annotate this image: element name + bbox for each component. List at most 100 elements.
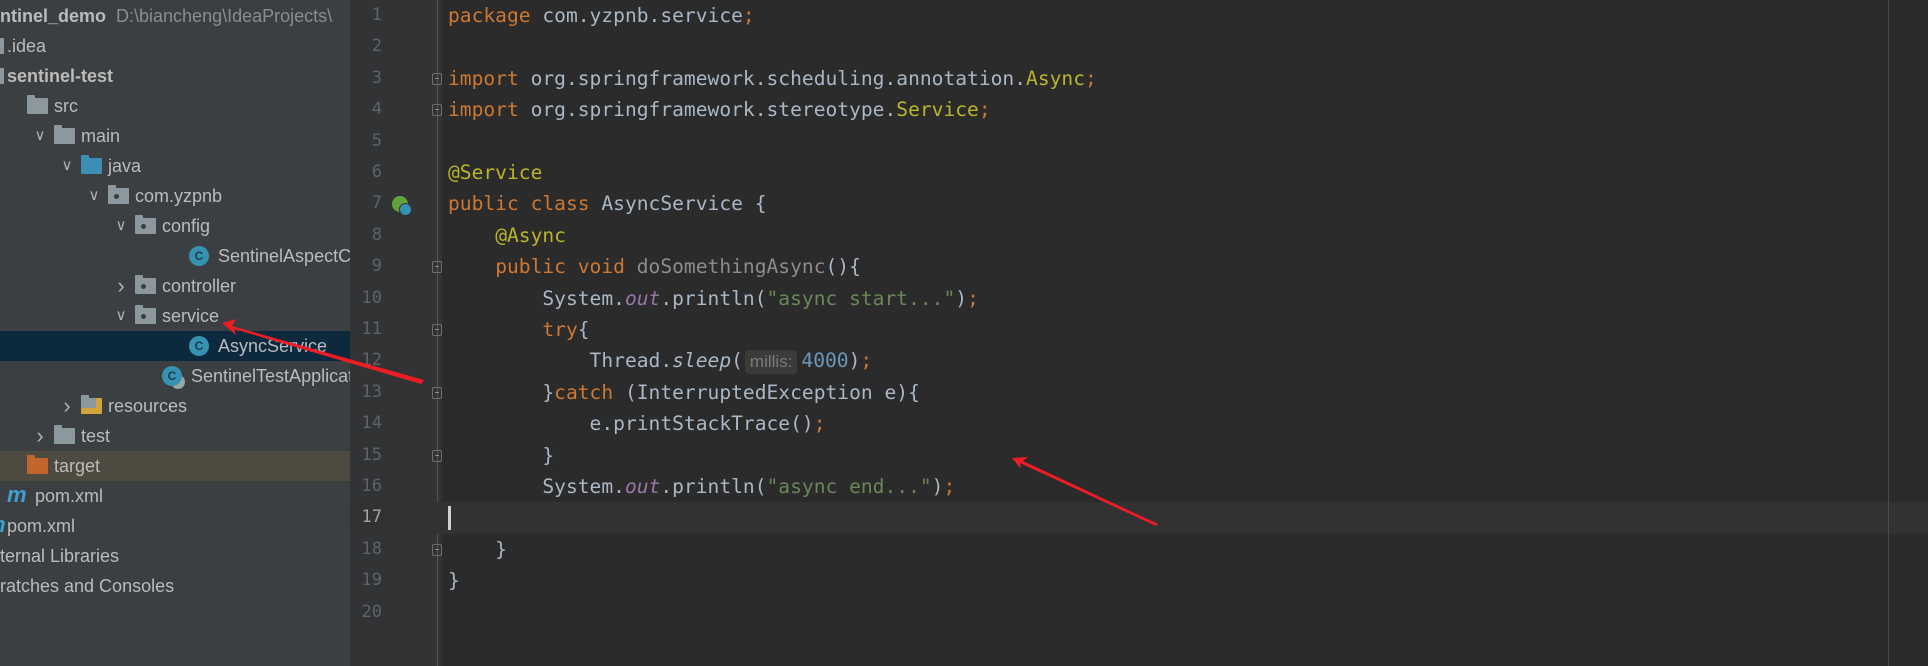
maven-icon: m [7, 482, 27, 507]
code-line[interactable]: } [448, 440, 554, 471]
code-token: .println( [660, 475, 767, 498]
code-token: AsyncService { [601, 192, 767, 216]
tree-item[interactable]: › controller [0, 271, 350, 301]
tree-item-label: com.yzpnb [135, 186, 223, 206]
fold-marker-icon[interactable] [432, 104, 442, 117]
current-line-highlight [350, 502, 1928, 534]
tree-item[interactable]: C AsyncService [0, 331, 350, 361]
code-line[interactable]: } [448, 534, 507, 565]
spring-boot-class-icon: C [162, 366, 182, 386]
tree-item[interactable]: ∨ java [0, 151, 350, 181]
code-line[interactable]: @Service [448, 157, 542, 188]
tree-item[interactable]: C SentinelTestApplication [0, 361, 350, 391]
tree-item[interactable]: ∨ config [0, 211, 350, 241]
code-token: 4000 [801, 349, 849, 373]
project-path: D:\biancheng\IdeaProjects\ [116, 6, 333, 26]
fold-marker-icon[interactable] [432, 543, 442, 556]
line-number: 7 [371, 193, 382, 214]
chevron-down-icon[interactable]: ∨ [59, 151, 75, 181]
code-line[interactable]: import org.springframework.stereotype.Se… [448, 94, 991, 125]
tree-item[interactable]: .idea [0, 31, 350, 61]
code-line[interactable]: package com.yzpnb.service; [448, 0, 755, 31]
tree-item[interactable]: ∨ com.yzpnb [0, 181, 350, 211]
code-token: ; [860, 349, 873, 373]
code-token: Service [896, 98, 979, 122]
code-token: public class [448, 192, 602, 216]
tree-item[interactable]: ∨ service [0, 301, 350, 331]
tree-item-label: config [162, 216, 211, 236]
fold-marker-icon[interactable] [432, 386, 442, 399]
tree-item[interactable]: C SentinelAspectConfig [0, 241, 350, 271]
chevron-right-icon[interactable]: › [32, 421, 48, 451]
code-token: Thread. [448, 349, 673, 373]
tree-item[interactable]: sentinel-test [0, 61, 350, 91]
chevron-right-icon[interactable]: › [113, 271, 129, 301]
code-token: System. [448, 475, 625, 498]
code-line[interactable]: System.out.println("async start..."); [448, 283, 979, 314]
line-number: 18 [361, 538, 382, 559]
fold-marker-icon[interactable] [432, 324, 442, 336]
code-token: ( [731, 349, 743, 373]
tree-item-label: pom.xml [35, 486, 104, 506]
chevron-down-icon[interactable]: ∨ [113, 301, 129, 331]
tree-item-label: pom.xml [7, 516, 76, 536]
line-number: 12 [361, 350, 382, 371]
package-icon [108, 185, 129, 204]
tree-item[interactable]: mpom.xml [0, 511, 350, 541]
code-token: Async [1026, 66, 1086, 90]
code-line[interactable]: Thread.sleep(millis: 4000); [448, 345, 872, 376]
tree-item[interactable]: › resources [0, 391, 350, 421]
chevron-right-icon[interactable]: › [59, 391, 75, 421]
code-token: { [577, 318, 590, 341]
code-token: e.printStackTrace() [448, 412, 814, 436]
fold-marker-icon[interactable] [432, 449, 442, 462]
fold-marker-icon[interactable] [432, 72, 442, 85]
chevron-down-icon[interactable]: ∨ [32, 121, 48, 151]
fold-marker-icon[interactable] [432, 261, 442, 274]
package-icon [135, 275, 156, 294]
code-token: ; [1085, 66, 1097, 90]
tree-item-label: ntinel_demo D:\biancheng\IdeaProjects\ [0, 6, 333, 26]
resources-folder-icon [81, 395, 102, 414]
tree-item[interactable]: ratches and Consoles [0, 571, 350, 601]
chevron-down-icon[interactable]: ∨ [113, 211, 129, 241]
tree-item[interactable]: › test [0, 421, 350, 451]
code-line[interactable]: e.printStackTrace(); [448, 408, 826, 439]
code-line[interactable]: try{ [448, 314, 590, 345]
tree-item[interactable]: ternal Libraries [0, 541, 350, 571]
tree-item-label: controller [162, 276, 237, 296]
code-line[interactable]: } [448, 565, 460, 596]
code-line[interactable]: import org.springframework.scheduling.an… [448, 63, 1097, 94]
tree-item[interactable]: ntinel_demo D:\biancheng\IdeaProjects\ [0, 1, 350, 31]
maven-icon: m [0, 514, 7, 536]
code-token: ) [931, 475, 944, 498]
code-line[interactable]: public void doSomethingAsync(){ [448, 251, 861, 282]
code-token: } [448, 537, 507, 561]
chevron-down-icon[interactable]: ∨ [86, 181, 102, 211]
code-token: System. [448, 286, 625, 310]
line-number: 4 [371, 99, 382, 120]
tree-item-label: sentinel-test [7, 66, 114, 86]
tree-item[interactable]: ∨ main [0, 121, 350, 151]
code-line[interactable]: public class AsyncService { [448, 188, 767, 219]
code-line[interactable]: }catch (InterruptedException e){ [448, 377, 920, 408]
code-token: "async end..." [766, 475, 932, 498]
line-number: 15 [361, 444, 382, 465]
tree-item-label: AsyncService [218, 336, 328, 356]
code-line[interactable]: System.out.println("async end..."); [448, 471, 955, 502]
code-token: ; [742, 4, 755, 27]
tree-item[interactable]: src [0, 91, 350, 121]
line-number: 5 [371, 130, 382, 151]
spring-bean-gutter-icon[interactable] [392, 196, 412, 217]
tree-item[interactable]: target [0, 451, 350, 481]
code-token: (){ [825, 255, 861, 279]
line-number: 6 [371, 162, 382, 182]
line-number: 9 [371, 256, 382, 277]
code-token: ; [813, 412, 826, 436]
code-token: } [448, 380, 555, 404]
tree-item-label: .idea [7, 36, 47, 56]
tree-item[interactable]: m pom.xml [0, 481, 350, 511]
code-token: try [542, 318, 578, 341]
code-line[interactable]: @Async [448, 220, 566, 251]
